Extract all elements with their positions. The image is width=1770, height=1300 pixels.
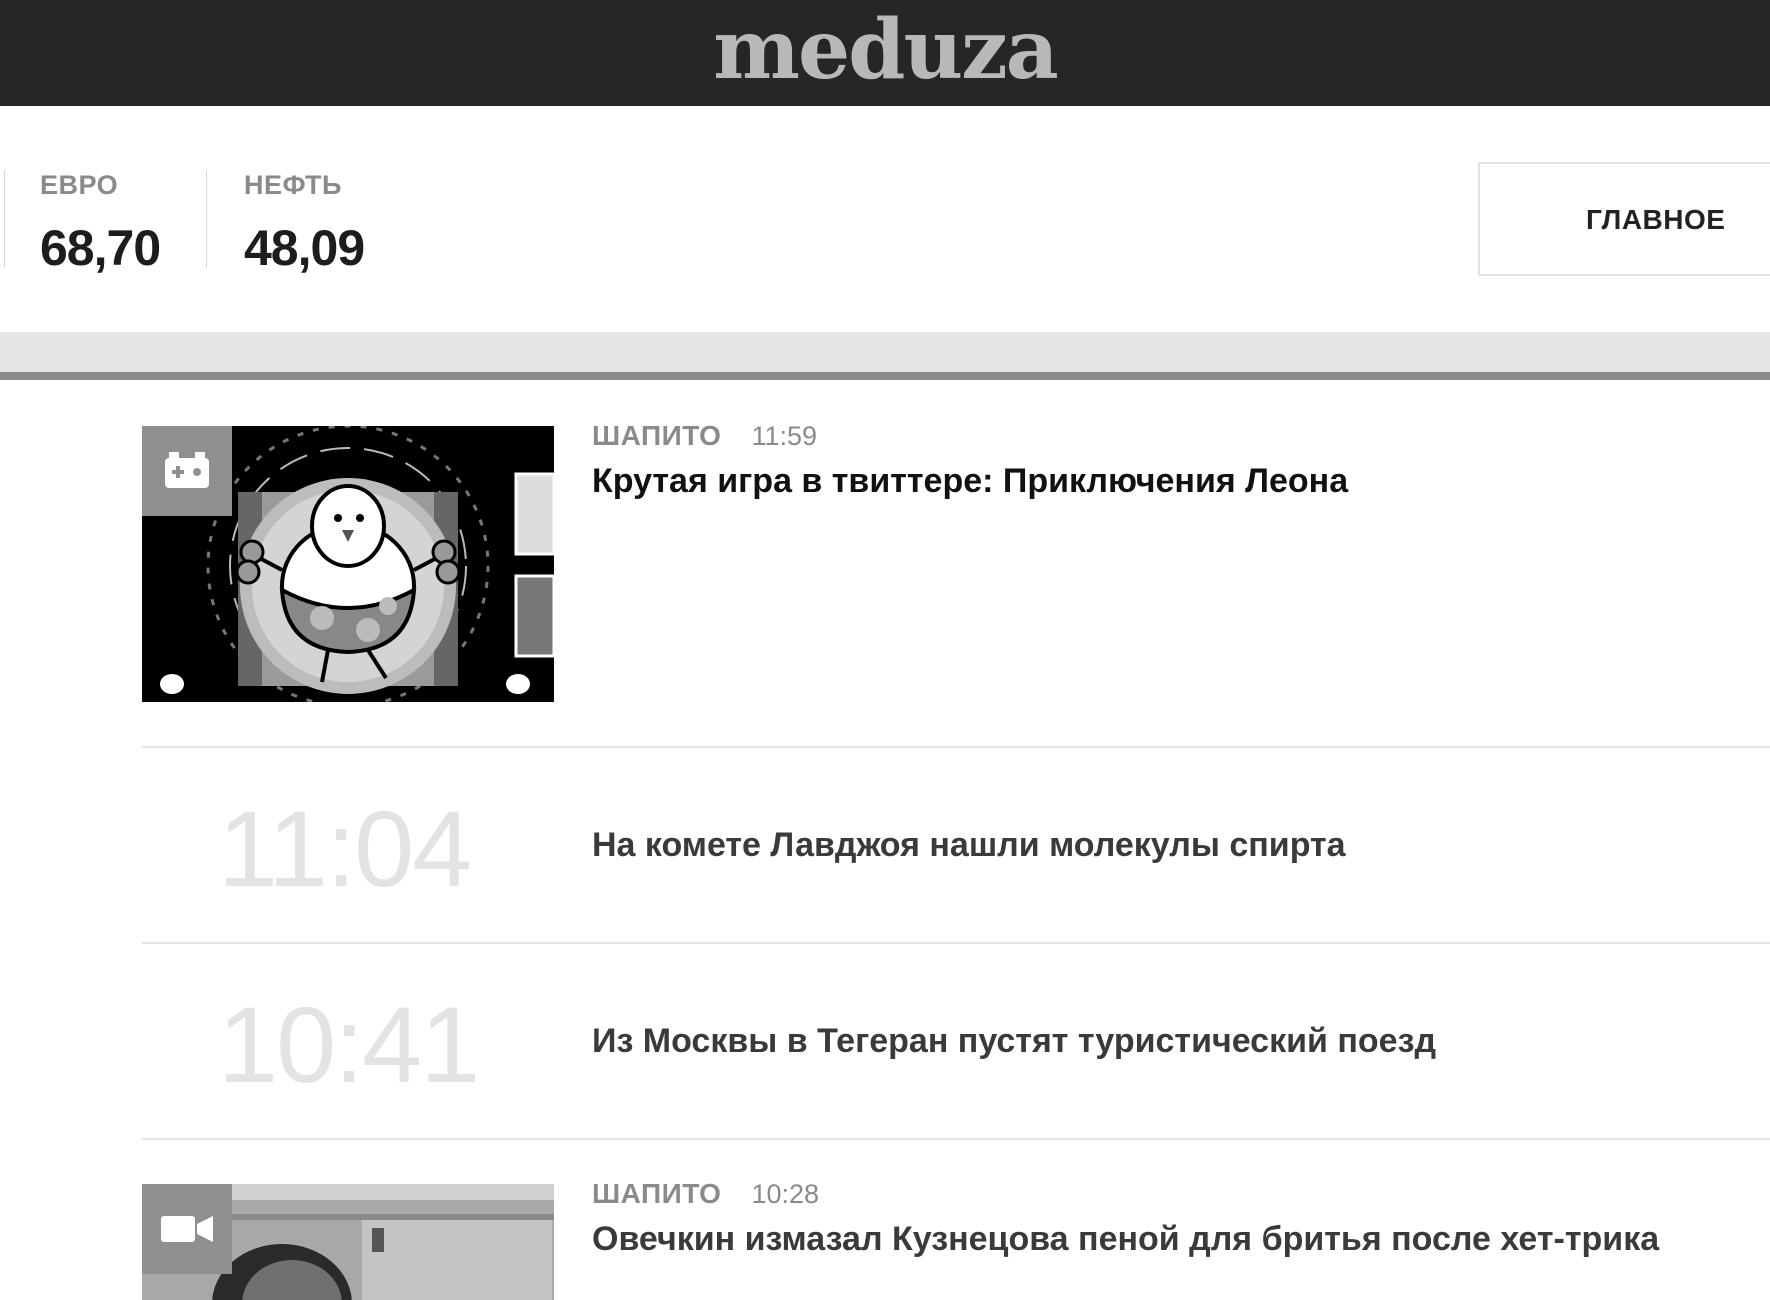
rate-label: ЕВРО [40, 170, 119, 200]
feed-divider [142, 1138, 1770, 1140]
article-tag[interactable]: ШАПИТО [592, 420, 721, 452]
rate-euro: ЕВРО 68,70 [40, 170, 161, 277]
feed-divider [142, 942, 1770, 944]
rate-value: 48,09 [244, 220, 365, 276]
article-thumbnail-video[interactable] [142, 1184, 554, 1300]
rate-oil: НЕФТЬ 48,09 [244, 170, 365, 277]
article-headline[interactable]: Из Москвы в Тегеран пустят туристический… [592, 1022, 1436, 1061]
feed-divider [142, 746, 1770, 748]
video-camera-icon [142, 1184, 232, 1274]
article-tag[interactable]: ШАПИТО [592, 1178, 721, 1210]
rate-label: НЕФТЬ [244, 170, 342, 200]
article-time: 10:28 [751, 1179, 820, 1209]
main-news-label: ГЛАВНОЕ [1586, 204, 1726, 235]
article-meta: ШАПИТО 11:59 [592, 420, 817, 452]
gamepad-icon [142, 426, 232, 516]
article-headline[interactable]: Крутая игра в твиттере: Приключения Леон… [592, 462, 1348, 501]
article-big-time: 11:04 [218, 788, 472, 909]
article-time: 11:59 [751, 421, 817, 451]
banner-underline [0, 372, 1770, 380]
site-logo[interactable]: meduza [0, 2, 1770, 98]
article-thumbnail-game[interactable] [142, 426, 554, 702]
article-meta: ШАПИТО 10:28 [592, 1178, 819, 1210]
rate-divider [206, 170, 207, 268]
article-headline[interactable]: Овечкин измазал Кузнецова пеной для брит… [592, 1220, 1659, 1259]
article-headline[interactable]: На комете Лавджоя нашли молекулы спирта [592, 826, 1346, 865]
rate-divider [4, 170, 5, 268]
rate-value: 68,70 [40, 220, 161, 276]
top-bar: meduza [0, 0, 1770, 106]
article-big-time: 10:41 [218, 984, 480, 1105]
main-news-button[interactable]: ГЛАВНОЕ [1478, 162, 1770, 276]
banner-strip [0, 332, 1770, 372]
